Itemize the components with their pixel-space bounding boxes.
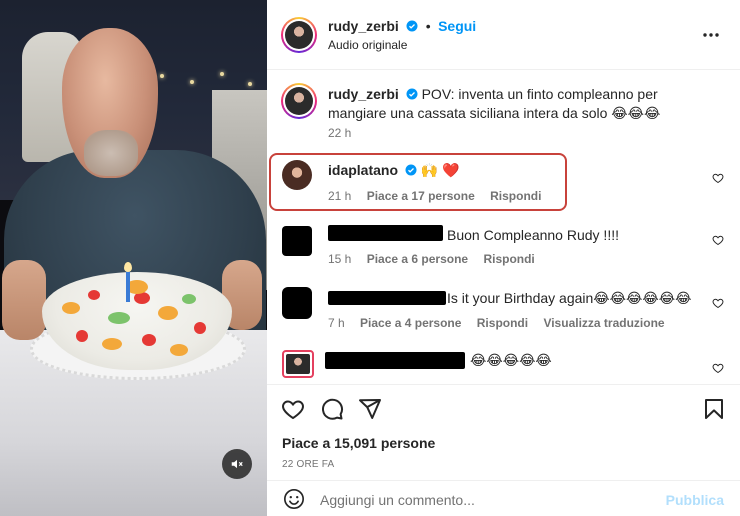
translate-button[interactable]: Visualizza traduzione	[543, 316, 664, 330]
comment-likes[interactable]: Piace a 6 persone	[367, 252, 468, 266]
post-panel: rudy_zerbi • Segui Audio originale rudy_…	[267, 0, 740, 516]
redacted-username	[328, 225, 443, 241]
follow-button[interactable]: Segui	[438, 18, 476, 34]
reply-button[interactable]: Rispondi	[477, 316, 528, 330]
redacted-username	[325, 352, 465, 369]
verified-badge-icon	[406, 20, 418, 32]
comments-list[interactable]: rudy_zerbi POV: inventa un finto complea…	[267, 70, 740, 384]
emoji-icon[interactable]	[283, 488, 305, 510]
heart-icon[interactable]	[281, 397, 305, 421]
speaker-muted-icon	[231, 459, 243, 469]
heart-icon[interactable]	[712, 172, 724, 184]
redacted-avatar	[282, 287, 312, 319]
comment-text: 😂😂😂😂😂	[470, 352, 552, 368]
post-header: rudy_zerbi • Segui Audio originale	[267, 0, 740, 70]
comment-time: 15 h	[328, 252, 352, 266]
redacted-avatar	[282, 226, 312, 256]
man-beard	[84, 130, 138, 176]
post-actions: Piace a 15,091 persone 22 ORE FA Aggiung…	[267, 384, 740, 516]
mute-button[interactable]	[222, 449, 252, 479]
audio-link[interactable]: Audio originale	[328, 38, 407, 52]
heart-icon[interactable]	[712, 297, 724, 309]
candle-flame	[124, 262, 132, 272]
heart-icon[interactable]	[712, 362, 724, 374]
post-time: 22 ORE FA	[282, 459, 335, 470]
caption-time: 22 h	[328, 126, 352, 140]
comment-likes[interactable]: Piace a 4 persone	[360, 316, 461, 330]
publish-button[interactable]: Pubblica	[666, 492, 724, 508]
video-player[interactable]	[0, 0, 267, 516]
likes-count[interactable]: Piace a 15,091 persone	[282, 435, 435, 451]
comment-time: 7 h	[328, 316, 345, 330]
comment-input[interactable]: Aggiungi un commento...	[320, 492, 475, 508]
reply-button[interactable]: Rispondi	[483, 252, 534, 266]
author-username[interactable]: rudy_zerbi	[328, 18, 399, 34]
add-comment-bar: Aggiungi un commento... Pubblica	[267, 480, 740, 516]
caption-avatar[interactable]	[281, 83, 317, 119]
author-avatar[interactable]	[281, 17, 317, 53]
comment-text: Buon Compleanno Rudy !!!!	[447, 227, 619, 243]
highlight-box	[269, 153, 567, 211]
comment-icon[interactable]	[320, 397, 344, 421]
commenter-avatar[interactable]	[282, 350, 314, 378]
left-hand	[2, 260, 46, 340]
redacted-username	[328, 291, 446, 305]
verified-badge-icon	[406, 88, 418, 100]
birthday-candle	[126, 268, 130, 302]
more-options-icon[interactable]	[702, 30, 720, 40]
header-separator: •	[425, 18, 431, 34]
heart-icon[interactable]	[712, 234, 724, 246]
bookmark-icon[interactable]	[702, 397, 726, 421]
share-icon[interactable]	[358, 397, 382, 421]
caption-username[interactable]: rudy_zerbi	[328, 86, 399, 102]
comment-text: Is it your Birthday again😂😂😂😂😂😂	[447, 290, 692, 306]
